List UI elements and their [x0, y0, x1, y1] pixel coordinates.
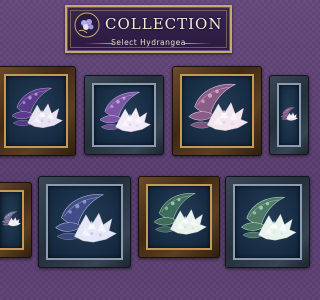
hydrangea-artwork-icon [2, 211, 21, 227]
hydrangea-artwork-icon [55, 194, 117, 243]
collection-card[interactable] [138, 176, 220, 258]
collection-card[interactable] [225, 176, 310, 268]
collection-card[interactable] [84, 75, 164, 155]
hydrangea-artwork-icon [280, 107, 298, 121]
page-title: COLLECTION [105, 15, 223, 33]
hydrangea-artwork-icon [99, 91, 151, 133]
hydrangea-artwork-icon [241, 196, 297, 241]
hydrangea-artwork-icon [188, 83, 249, 131]
page-subtitle: Select Hydrangea [111, 38, 186, 47]
collection-card[interactable] [0, 182, 32, 258]
hydrangea-artwork-icon [11, 87, 63, 129]
collection-header: COLLECTION Select Hydrangea [65, 5, 232, 53]
collection-card[interactable] [0, 66, 76, 156]
hydrangea-emblem-icon [74, 12, 100, 38]
collection-card[interactable] [269, 75, 309, 155]
collection-card[interactable] [172, 66, 262, 156]
collection-card[interactable] [38, 176, 131, 268]
hydrangea-artwork-icon [153, 193, 207, 235]
